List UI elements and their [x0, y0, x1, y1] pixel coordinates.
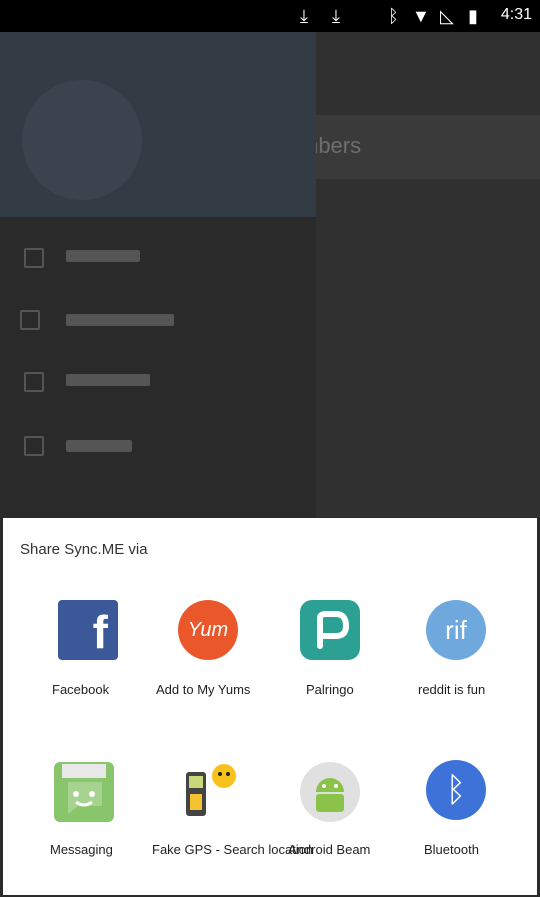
no-signal-icon: ◺ — [440, 6, 454, 26]
menu-item-image — [20, 310, 40, 330]
fake-gps-icon[interactable] — [180, 760, 240, 820]
app-label-palringo[interactable]: Palringo — [306, 682, 354, 697]
status-bar: ⤓ ⤓ ᛒ ▼ ◺ ▮ 4:31 — [0, 0, 540, 32]
dialog-title: Share Sync.ME via — [20, 541, 148, 558]
app-label-messaging[interactable]: Messaging — [50, 842, 113, 857]
status-time: 4:31 — [500, 6, 532, 23]
palringo-glyph — [317, 611, 350, 649]
palringo-icon[interactable] — [300, 600, 360, 660]
facebook-icon[interactable]: f — [58, 600, 118, 660]
bluetooth-glyph: ᛒ — [445, 771, 467, 809]
wifi-icon: ▼ — [412, 6, 430, 26]
app-label-bluetooth[interactable]: Bluetooth — [424, 842, 479, 857]
bluetooth-icon: ᛒ — [388, 6, 399, 26]
menu-item-icon — [24, 248, 44, 268]
app-label-add-to-my-yums[interactable]: Add to My Yums — [156, 682, 250, 697]
menu-item-label — [66, 374, 150, 386]
download-icon: ⤓ — [332, 6, 340, 26]
android-beam-icon[interactable] — [300, 762, 360, 822]
avatar — [22, 80, 142, 200]
menu-item-icon — [24, 436, 44, 456]
menu-item-icon — [24, 372, 44, 392]
yum-icon[interactable]: Yum — [178, 600, 238, 660]
share-dialog — [3, 518, 537, 895]
battery-charging-icon: ▮ — [468, 6, 478, 26]
rif-glyph: rif — [445, 615, 467, 645]
app-label-reddit-is-fun[interactable]: reddit is fun — [418, 682, 485, 697]
reddit-is-fun-icon[interactable]: rif — [426, 600, 486, 660]
bluetooth-icon[interactable]: ᛒ — [426, 760, 486, 820]
app-label-android-beam[interactable]: Android Beam — [288, 842, 370, 857]
android-glyph — [316, 778, 344, 812]
download-icon: ⤓ — [300, 6, 308, 26]
facebook-glyph: f — [92, 606, 108, 658]
fake-gps-glyph — [186, 764, 236, 816]
menu-item-label — [66, 314, 174, 326]
menu-item-label — [66, 440, 132, 452]
menu-item-label — [66, 250, 140, 262]
messaging-icon[interactable] — [54, 762, 114, 822]
messaging-glyph — [62, 764, 106, 814]
app-label-facebook[interactable]: Facebook — [52, 682, 109, 697]
yum-glyph: Yum — [187, 619, 229, 641]
